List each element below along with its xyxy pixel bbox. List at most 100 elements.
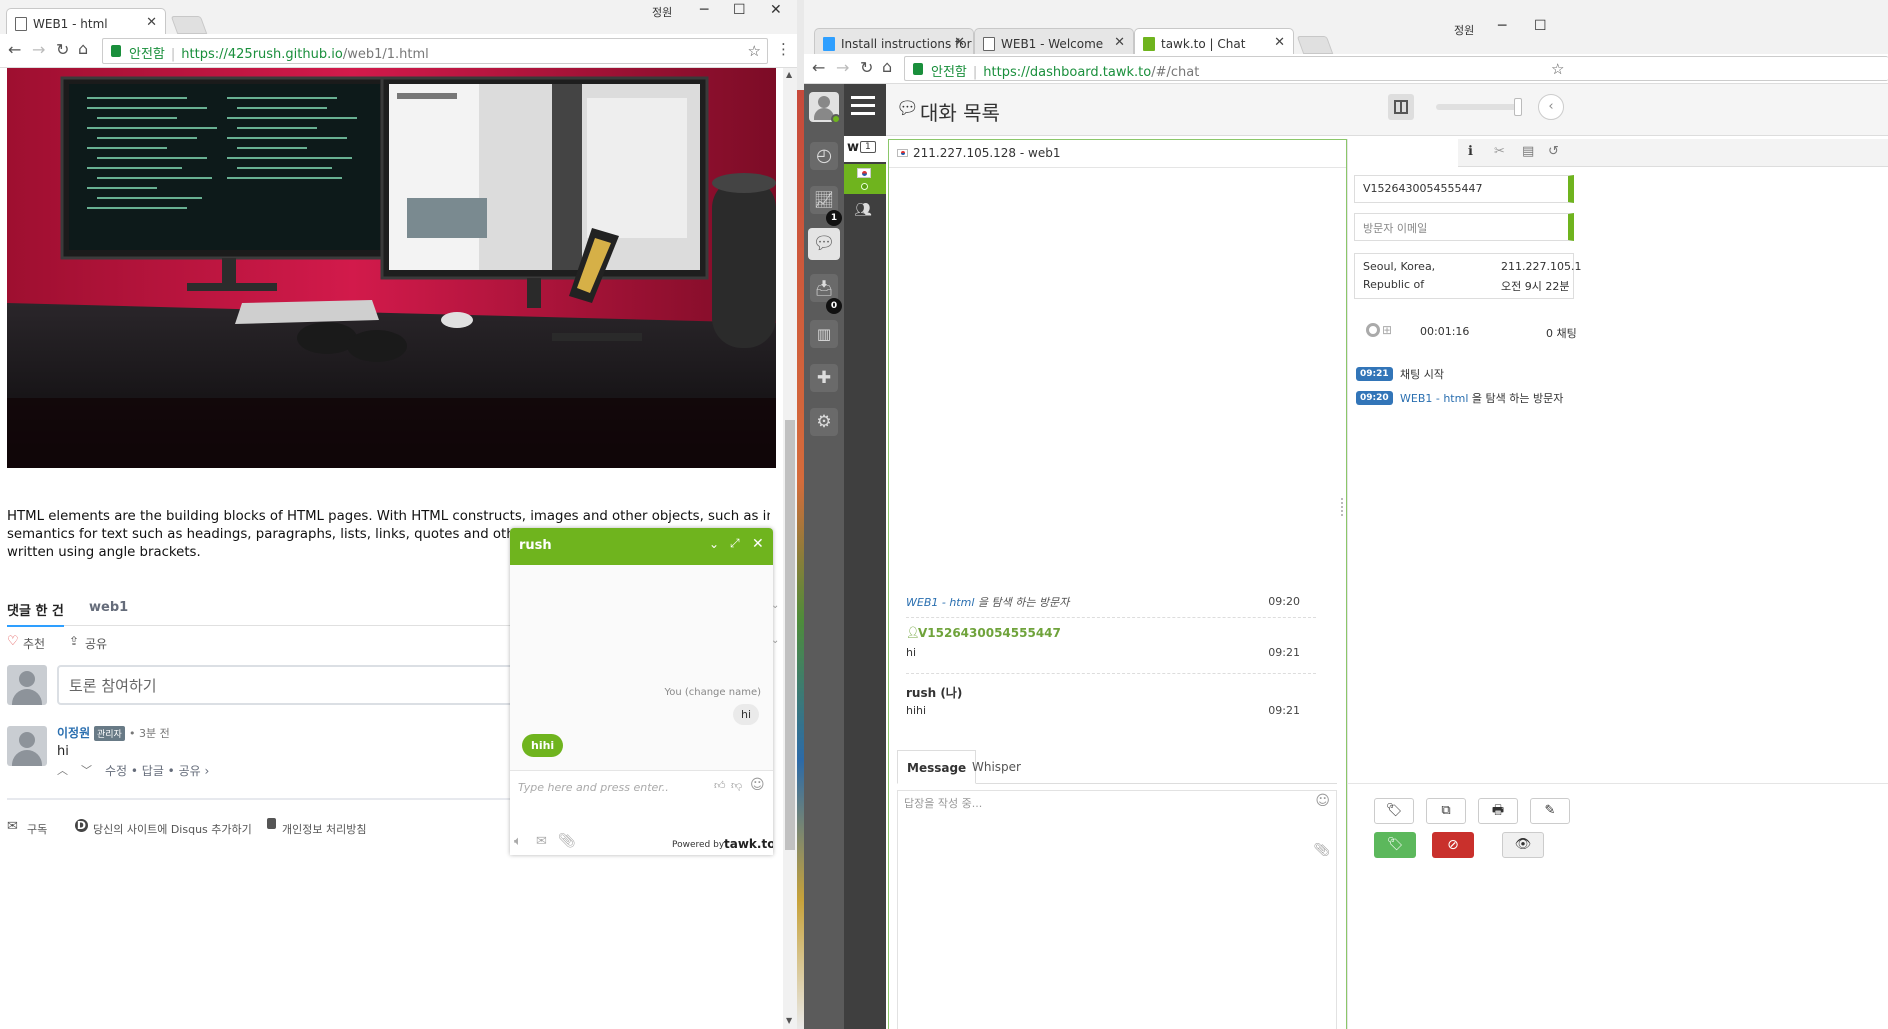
add-disqus-link[interactable]: 당신의 사이트에 Disqus 추가하기 <box>93 821 252 837</box>
reply-textarea[interactable]: 답장을 작성 중... ☺ 📎︎ <box>897 790 1337 1029</box>
comment-input[interactable]: 토론 참여하기 <box>57 665 517 705</box>
history-icon[interactable]: ↺ <box>1548 144 1559 159</box>
tab-comments[interactable]: 댓글 한 건 <box>7 600 64 627</box>
zoom-slider[interactable] <box>1436 98 1522 116</box>
tab-message[interactable]: Message <box>897 750 977 784</box>
email-icon[interactable]: ✉ <box>536 834 547 849</box>
thumbs-down-icon[interactable]: 👎︎ <box>731 779 742 792</box>
edit-button[interactable]: ✎ <box>1530 798 1570 824</box>
addons-icon[interactable]: ✚ <box>810 364 838 392</box>
panel-splitter[interactable] <box>1341 498 1345 516</box>
comment-time[interactable]: • 3분 전 <box>129 725 170 741</box>
info-icon[interactable]: ℹ <box>1468 144 1473 159</box>
url-bar[interactable]: 안전함 | https://dashboard.tawk.to/#/chat ☆ <box>904 56 1888 81</box>
maximize-icon[interactable]: ☐ <box>1534 18 1547 34</box>
tab-web1-welcome[interactable]: WEB1 - Welcome ✕ <box>974 28 1134 56</box>
zoom-slider-handle[interactable] <box>1514 98 1522 116</box>
korea-flag-icon <box>857 168 871 178</box>
scroll-down-icon[interactable]: ▼ <box>786 1016 792 1025</box>
tag-button[interactable]: 🏷︎ <box>1374 798 1414 824</box>
new-tab-button[interactable] <box>170 16 208 34</box>
add-tag-button[interactable]: 🏷︎ <box>1374 832 1416 858</box>
attach-icon[interactable]: 📎︎ <box>558 833 576 849</box>
minimize-widget-icon[interactable]: ⌄ <box>709 537 719 551</box>
scroll-up-icon[interactable]: ▲ <box>786 70 792 79</box>
recommend-button[interactable]: 추천 <box>23 635 45 652</box>
reload-icon[interactable]: ↻ <box>56 40 69 59</box>
close-tab-icon[interactable]: ✕ <box>1274 35 1285 50</box>
tab-whisper[interactable]: Whisper <box>972 760 1021 774</box>
tab-install-instructions[interactable]: Install instructions for U ✕ <box>814 28 974 56</box>
sound-icon[interactable]: 🔈︎ <box>514 834 522 849</box>
emoji-icon[interactable]: ☺ <box>1315 793 1330 809</box>
forward-icon[interactable]: → <box>32 40 45 59</box>
scissors-icon[interactable]: ✂ <box>1494 144 1505 159</box>
home-icon[interactable]: ⌂ <box>882 57 892 76</box>
downvote-icon[interactable]: ﹀ <box>81 762 92 778</box>
back-icon[interactable]: ← <box>812 58 825 77</box>
home-icon[interactable]: ⌂ <box>78 39 88 58</box>
tab-tawk-chat[interactable]: tawk.to | Chat ✕ <box>1134 28 1294 56</box>
collapse-panel-button[interactable]: ‹ <box>1538 94 1564 120</box>
minimize-icon[interactable]: ─ <box>1498 18 1506 34</box>
hamburger-menu-icon[interactable] <box>851 96 875 116</box>
bookmark-star-icon[interactable]: ☆ <box>748 42 761 60</box>
notes-icon[interactable]: ▤ <box>1522 144 1534 159</box>
nav-event-link[interactable]: WEB1 - html <box>906 596 974 609</box>
subscribe-link[interactable]: 구독 <box>27 821 47 837</box>
tawk-favicon-icon <box>1143 37 1155 51</box>
tab-web1-html[interactable]: WEB1 - html ✕ <box>6 8 166 36</box>
active-chat-item[interactable] <box>844 164 886 194</box>
profile-name[interactable]: 정원 <box>652 4 672 20</box>
close-widget-icon[interactable]: ✕ <box>752 536 764 552</box>
you-label[interactable]: You (change name) <box>664 687 761 698</box>
layout-toggle-button[interactable] <box>1388 94 1414 120</box>
close-tab-icon[interactable]: ✕ <box>1114 35 1125 50</box>
visitor-name[interactable]: V1526430054555447 <box>918 626 1061 640</box>
tawk-brand[interactable]: tawk.to <box>724 837 773 851</box>
visitor-info-panel: ℹ ✂ ▤ ↺ V1526430054555447 방문자 이메일 Seoul,… <box>1347 139 1888 1029</box>
thumbs-up-icon[interactable]: 👍︎ <box>714 779 726 792</box>
new-tab-button[interactable] <box>1296 36 1334 54</box>
comment-actions[interactable]: 수정 • 답글 • 공유 › <box>105 762 209 779</box>
share-button[interactable]: 공유 <box>85 635 107 652</box>
close-tab-icon[interactable]: ✕ <box>146 15 157 30</box>
dashboard-icon[interactable]: ◴ <box>810 142 838 170</box>
minimize-icon[interactable]: ─ <box>700 2 708 18</box>
upvote-icon[interactable]: ︿ <box>57 762 68 778</box>
timeline-link[interactable]: WEB1 - html <box>1400 392 1468 405</box>
widget-input[interactable]: Type here and press enter.. 👍︎ 👎︎ ☺ <box>510 770 773 805</box>
url-path: /web1/1.html <box>342 47 429 62</box>
popout-icon[interactable]: ⤢ <box>730 536 740 551</box>
visitor-id-field[interactable]: V1526430054555447 <box>1354 175 1574 203</box>
close-window-icon[interactable]: ✕ <box>770 2 782 18</box>
left-scrollbar[interactable]: ▲ ▼ <box>783 68 797 1029</box>
emoji-icon[interactable]: ☺ <box>750 777 765 793</box>
chat-icon[interactable]: 💬︎ <box>808 228 840 260</box>
print-button[interactable]: 🖶 <box>1478 798 1518 824</box>
action-buttons-area: 🏷︎ ⧉ 🖶 ✎ 🏷︎ ⊘ 👁︎ <box>1348 783 1888 1029</box>
reports-icon[interactable]: ▥ <box>810 320 838 348</box>
ban-button[interactable]: ⊘ <box>1432 832 1474 858</box>
url-bar[interactable]: 안전함 | https://425rush.github.io/web1/1.htm… <box>102 38 768 64</box>
conversation-title: 211.227.105.128 - web1 <box>913 146 1061 160</box>
back-icon[interactable]: ← <box>8 40 21 59</box>
bookmark-star-icon[interactable]: ☆ <box>1551 60 1564 78</box>
maximize-icon[interactable]: ☐ <box>733 2 746 18</box>
visitor-email-field[interactable]: 방문자 이메일 <box>1354 213 1574 241</box>
reload-icon[interactable]: ↻ <box>860 58 873 77</box>
settings-icon[interactable]: ⚙ <box>810 408 838 436</box>
attach-icon[interactable]: 📎︎ <box>1313 843 1330 858</box>
menu-icon[interactable]: ⋮ <box>776 40 791 58</box>
close-tab-icon[interactable]: ✕ <box>954 35 965 50</box>
profile-name[interactable]: 정원 <box>1454 22 1474 38</box>
privacy-link[interactable]: 개인정보 처리방침 <box>282 821 366 837</box>
scroll-thumb[interactable] <box>785 420 795 850</box>
tab-site[interactable]: web1 <box>89 600 128 615</box>
comment-author[interactable]: 이정원 <box>57 724 90 741</box>
transcript-button[interactable]: ⧉ <box>1426 798 1466 824</box>
visitors-icon[interactable]: 👥︎ <box>854 202 872 218</box>
hide-button[interactable]: 👁︎ <box>1502 832 1544 858</box>
agent-avatar[interactable] <box>809 92 841 124</box>
forward-icon[interactable]: → <box>836 58 849 77</box>
